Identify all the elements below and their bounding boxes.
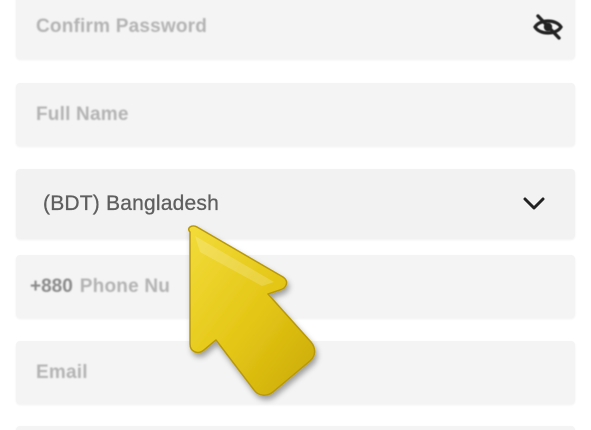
yellow-arrow-pointer-icon [187,225,316,396]
registration-form: Confirm Password Full Name (BDT) Banglad… [0,0,591,430]
phone-country-code: +880 [30,275,73,297]
confirm-password-field[interactable]: Confirm Password [16,0,575,59]
eye-off-icon[interactable] [533,13,563,41]
email-placeholder: Email [36,361,88,383]
full-name-placeholder: Full Name [36,103,129,125]
confirm-password-placeholder: Confirm Password [36,15,208,37]
next-field-partial[interactable] [16,426,575,430]
currency-country-value: (BDT) Bangladesh [43,192,219,215]
full-name-field[interactable]: Full Name [16,83,575,146]
chevron-down-icon [523,197,545,210]
phone-number-placeholder: Phone Nu [79,275,171,297]
